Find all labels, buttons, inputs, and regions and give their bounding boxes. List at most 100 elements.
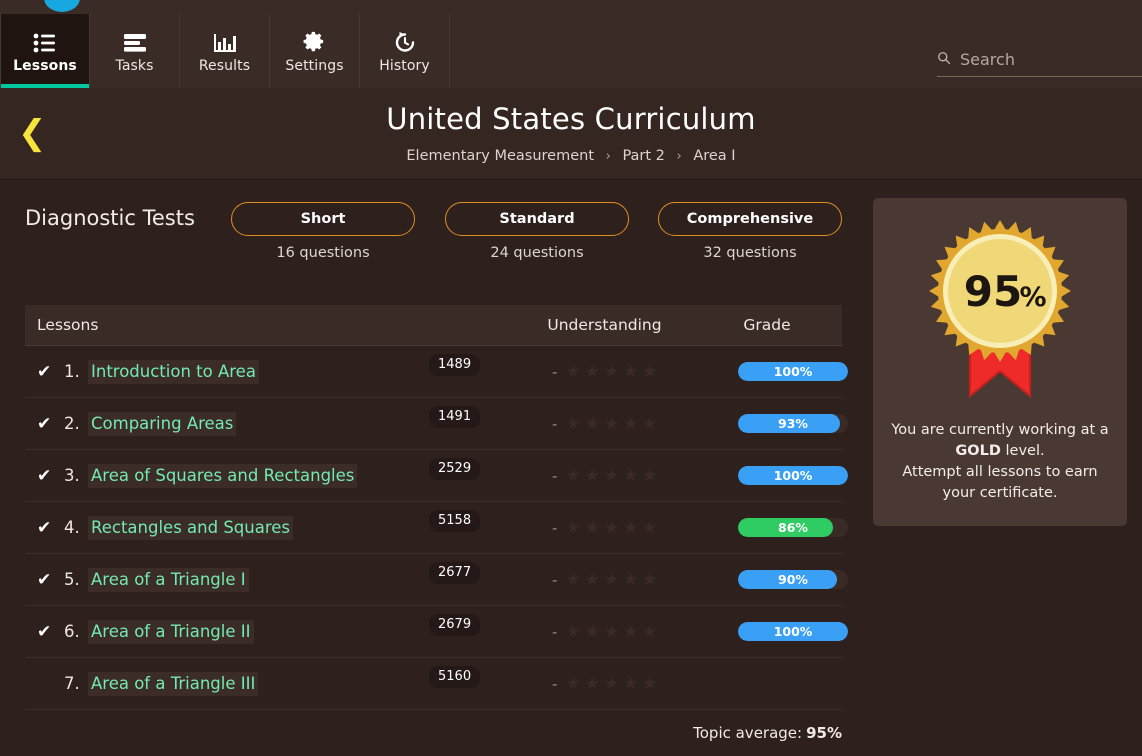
diagnostic-test-short: Short 16 questions bbox=[231, 202, 415, 261]
award-line1-after: level. bbox=[1000, 443, 1045, 459]
grade-cell: 90% bbox=[718, 570, 868, 589]
star-icon[interactable]: ★ bbox=[642, 362, 657, 382]
star-icon[interactable]: ★ bbox=[623, 362, 638, 382]
star-icon[interactable]: ★ bbox=[604, 674, 619, 694]
star-icon[interactable]: ★ bbox=[642, 570, 657, 590]
star-icon[interactable]: ★ bbox=[623, 674, 638, 694]
star-icon[interactable]: ★ bbox=[623, 622, 638, 642]
lesson-link[interactable]: Area of a Triangle I bbox=[88, 567, 249, 592]
breadcrumb: Elementary Measurement › Part 2 › Area I bbox=[0, 148, 1142, 164]
understanding-cell: - ★ ★ ★ ★ ★ bbox=[552, 622, 697, 642]
breadcrumb-item-2[interactable]: Area I bbox=[693, 148, 735, 164]
star-icon[interactable]: ★ bbox=[623, 570, 638, 590]
star-icon[interactable]: ★ bbox=[565, 518, 580, 538]
lesson-link[interactable]: Area of a Triangle II bbox=[88, 619, 254, 644]
nav-tab-history[interactable]: History bbox=[360, 14, 450, 88]
nav-tab-tasks[interactable]: Tasks bbox=[90, 14, 180, 88]
search-icon bbox=[937, 50, 951, 69]
nav-tab-settings[interactable]: Settings bbox=[270, 14, 360, 88]
star-icon[interactable]: ★ bbox=[565, 674, 580, 694]
lesson-link[interactable]: Area of Squares and Rectangles bbox=[88, 463, 358, 488]
star-icon[interactable]: ★ bbox=[585, 466, 600, 486]
understanding-dash: - bbox=[552, 622, 558, 641]
table-row[interactable]: ✔ 5. Area of a Triangle I 2677- ★ ★ ★ ★ ★ 90% bbox=[25, 554, 848, 606]
nav-tab-results[interactable]: Results bbox=[180, 14, 270, 88]
lesson-number: 1. bbox=[64, 362, 80, 381]
star-icon[interactable]: ★ bbox=[585, 518, 600, 538]
star-icon[interactable]: ★ bbox=[604, 414, 619, 434]
lesson-number: 4. bbox=[64, 518, 80, 537]
star-icon[interactable]: ★ bbox=[604, 518, 619, 538]
breadcrumb-separator: › bbox=[605, 149, 611, 164]
star-icon[interactable]: ★ bbox=[585, 622, 600, 642]
star-icon[interactable]: ★ bbox=[585, 674, 600, 694]
grade-value-label: 100% bbox=[773, 624, 813, 639]
short-test-questions: 16 questions bbox=[276, 245, 370, 261]
star-icon[interactable]: ★ bbox=[565, 414, 580, 434]
nav-tab-lessons[interactable]: Lessons bbox=[0, 14, 90, 88]
breadcrumb-item-1[interactable]: Part 2 bbox=[622, 148, 664, 164]
award-line2: Attempt all lessons to earn your certifi… bbox=[902, 464, 1098, 501]
grade-progress-track: 93% bbox=[738, 414, 848, 433]
award-ribbon-icon: 95 % bbox=[925, 216, 1075, 415]
comprehensive-test-button[interactable]: Comprehensive bbox=[658, 202, 842, 236]
bar-chart-icon bbox=[213, 29, 237, 53]
star-icon[interactable]: ★ bbox=[623, 414, 638, 434]
star-icon[interactable]: ★ bbox=[585, 414, 600, 434]
star-icon[interactable]: ★ bbox=[565, 622, 580, 642]
star-icon[interactable]: ★ bbox=[604, 570, 619, 590]
award-percent-symbol: % bbox=[1019, 282, 1046, 313]
nav-tab-label: History bbox=[379, 57, 430, 74]
table-row[interactable]: ✔ 1. Introduction to Area 1489- ★ ★ ★ ★ ★ 100% bbox=[25, 346, 848, 398]
star-icon[interactable]: ★ bbox=[623, 466, 638, 486]
star-icon[interactable]: ★ bbox=[585, 362, 600, 382]
comprehensive-test-questions: 32 questions bbox=[703, 245, 797, 261]
history-icon bbox=[393, 29, 417, 53]
star-icon[interactable]: ★ bbox=[642, 674, 657, 694]
diagnostic-test-comprehensive: Comprehensive 32 questions bbox=[658, 202, 842, 261]
star-icon[interactable]: ★ bbox=[642, 622, 657, 642]
lesson-link[interactable]: Introduction to Area bbox=[88, 359, 259, 384]
star-icon[interactable]: ★ bbox=[565, 570, 580, 590]
star-icon[interactable]: ★ bbox=[585, 570, 600, 590]
star-icon[interactable]: ★ bbox=[642, 414, 657, 434]
table-row[interactable]: ✔ 6. Area of a Triangle II 2679- ★ ★ ★ ★ ★ 100% bbox=[25, 606, 848, 658]
understanding-dash: - bbox=[552, 518, 558, 537]
column-header-understanding: Understanding bbox=[547, 316, 662, 334]
lesson-link[interactable]: Area of a Triangle III bbox=[88, 671, 259, 696]
table-row[interactable]: ✔ 2. Comparing Areas 1491- ★ ★ ★ ★ ★ 93% bbox=[25, 398, 848, 450]
table-row[interactable]: ✔ 3. Area of Squares and Rectangles 2529- ★ ★… bbox=[25, 450, 848, 502]
star-icon[interactable]: ★ bbox=[623, 518, 638, 538]
star-icon[interactable]: ★ bbox=[604, 466, 619, 486]
star-icon[interactable]: ★ bbox=[642, 466, 657, 486]
star-icon[interactable]: ★ bbox=[565, 362, 580, 382]
grade-progress-track: 100% bbox=[738, 622, 848, 641]
standard-test-button[interactable]: Standard bbox=[445, 202, 629, 236]
breadcrumb-item-0[interactable]: Elementary Measurement bbox=[406, 148, 594, 164]
award-percent-number: 95 bbox=[964, 267, 1022, 316]
understanding-cell: - ★ ★ ★ ★ ★ bbox=[552, 570, 697, 590]
grade-progress-track: 100% bbox=[738, 466, 848, 485]
star-icon[interactable]: ★ bbox=[565, 466, 580, 486]
lesson-link[interactable]: Rectangles and Squares bbox=[88, 515, 294, 540]
award-line1-before: You are currently working at a bbox=[891, 422, 1109, 438]
gear-icon bbox=[303, 29, 326, 53]
award-description: You are currently working at a GOLD leve… bbox=[887, 420, 1113, 504]
grade-value-label: 90% bbox=[778, 572, 808, 587]
table-row[interactable]: 7. Area of a Triangle III 5160- ★ ★ ★ ★ ★ bbox=[25, 658, 842, 710]
lesson-link[interactable]: Comparing Areas bbox=[88, 411, 237, 436]
check-icon: ✔ bbox=[37, 465, 52, 486]
star-icon[interactable]: ★ bbox=[604, 362, 619, 382]
table-footer: Topic average: 95% bbox=[25, 710, 842, 756]
star-icon[interactable]: ★ bbox=[642, 518, 657, 538]
search-input[interactable] bbox=[960, 50, 1130, 69]
grade-progress-track: 86% bbox=[738, 518, 848, 537]
short-test-button[interactable]: Short bbox=[231, 202, 415, 236]
table-row[interactable]: ✔ 4. Rectangles and Squares 5158- ★ ★ ★ ★ ★ 86% bbox=[25, 502, 848, 554]
logo-strip bbox=[0, 0, 1142, 14]
understanding-dash: - bbox=[552, 362, 558, 381]
star-icon[interactable]: ★ bbox=[604, 622, 619, 642]
search-box[interactable] bbox=[937, 50, 1142, 77]
lesson-id-badge: 5158 bbox=[429, 510, 481, 532]
app-logo-icon[interactable] bbox=[44, 0, 80, 12]
